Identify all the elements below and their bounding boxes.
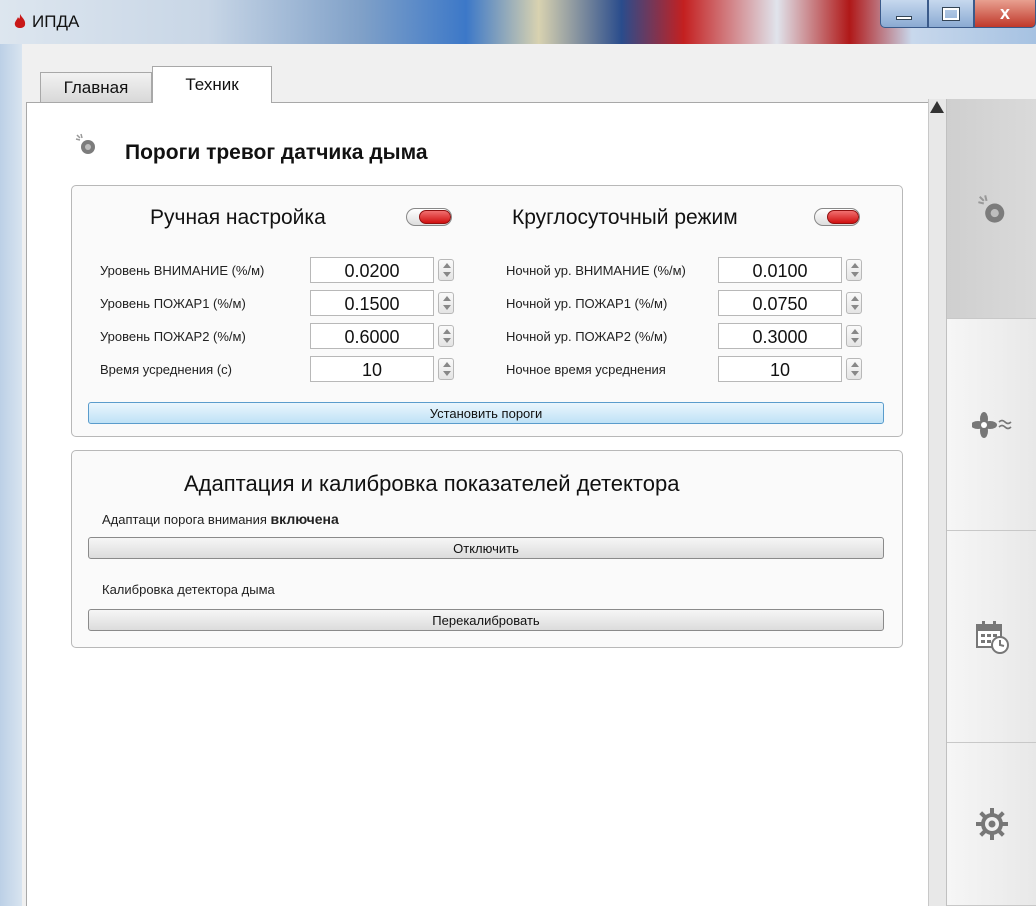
tab-main-label: Главная <box>63 77 129 97</box>
window-client: Главная Техник Пороги тревог датчика дым… <box>22 44 1036 906</box>
minimize-icon <box>896 15 912 20</box>
smoke-detector-icon <box>978 194 1005 223</box>
spin-arrows-icon[interactable] <box>846 325 862 347</box>
manual-settings-toggle[interactable] <box>406 208 452 226</box>
adaptation-status-value: включена <box>270 511 339 527</box>
night-fire1-level-spinbox[interactable]: 0.0750 <box>718 290 866 316</box>
spin-arrows-icon[interactable] <box>846 259 862 281</box>
calendar-clock-icon <box>976 620 1009 654</box>
night-fire1-level-value[interactable]: 0.0750 <box>718 290 842 316</box>
night-averaging-time-label: Ночное время усреднения <box>506 362 666 377</box>
disable-adaptation-label: Отключить <box>453 540 519 556</box>
tab-technician[interactable]: Техник <box>152 66 272 103</box>
flame-icon <box>14 14 26 28</box>
sidebar <box>946 99 1036 906</box>
adaptation-group: Адаптация и калибровка показателей детек… <box>71 450 903 648</box>
night-attention-level-spinbox[interactable]: 0.0100 <box>718 257 866 283</box>
night-attention-level-label: Ночной ур. ВНИМАНИЕ (%/м) <box>506 263 686 278</box>
night-averaging-time-value[interactable]: 10 <box>718 356 842 382</box>
averaging-time-value[interactable]: 10 <box>310 356 434 382</box>
tab-content-panel: Пороги тревог датчика дыма Ручная настро… <box>26 102 932 906</box>
recalibrate-button[interactable]: Перекалибровать <box>88 609 884 631</box>
gear-icon <box>976 808 1008 840</box>
maximize-icon <box>942 6 960 21</box>
close-button[interactable]: x <box>974 0 1036 28</box>
maximize-button[interactable] <box>928 0 974 28</box>
attention-level-value[interactable]: 0.0200 <box>310 257 434 283</box>
fire1-level-value[interactable]: 0.1500 <box>310 290 434 316</box>
sidebar-item-settings[interactable] <box>947 743 1036 906</box>
tab-technician-label: Техник <box>185 75 239 94</box>
scroll-up-icon[interactable] <box>930 101 944 113</box>
calibration-label: Калибровка детектора дыма <box>102 582 275 597</box>
title-bar: ИПДА x <box>0 0 1036 44</box>
fire2-level-value[interactable]: 0.6000 <box>310 323 434 349</box>
spin-arrows-icon[interactable] <box>846 292 862 314</box>
spin-arrows-icon[interactable] <box>846 358 862 380</box>
tab-main[interactable]: Главная <box>40 72 152 102</box>
smoke-detector-icon <box>75 133 95 154</box>
spin-arrows-icon[interactable] <box>438 292 454 314</box>
fire2-level-spinbox[interactable]: 0.6000 <box>310 323 458 349</box>
attention-level-spinbox[interactable]: 0.0200 <box>310 257 458 283</box>
window-controls: x <box>880 0 1036 28</box>
window-frame <box>0 44 22 906</box>
sidebar-item-ventilation[interactable] <box>947 319 1036 531</box>
night-attention-level-value[interactable]: 0.0100 <box>718 257 842 283</box>
recalibrate-label: Перекалибровать <box>432 612 540 628</box>
vertical-scrollbar[interactable] <box>928 99 946 906</box>
close-icon: x <box>999 3 1010 23</box>
night-fire2-level-spinbox[interactable]: 0.3000 <box>718 323 866 349</box>
averaging-time-label: Время усреднения (с) <box>100 362 232 377</box>
round-the-clock-toggle[interactable] <box>814 208 860 226</box>
set-thresholds-button[interactable]: Установить пороги <box>88 402 884 424</box>
window-title: ИПДА <box>32 12 80 31</box>
adaptation-title: Адаптация и калибровка показателей детек… <box>184 471 680 496</box>
manual-settings-title: Ручная настройка <box>150 206 326 229</box>
night-fire1-level-label: Ночной ур. ПОЖАР1 (%/м) <box>506 296 668 311</box>
fire1-level-spinbox[interactable]: 0.1500 <box>310 290 458 316</box>
spin-arrows-icon[interactable] <box>438 259 454 281</box>
adaptation-status-label: Адаптаци порога внимания <box>102 512 267 527</box>
disable-adaptation-button[interactable]: Отключить <box>88 537 884 559</box>
set-thresholds-label: Установить пороги <box>429 405 543 421</box>
spin-arrows-icon[interactable] <box>438 358 454 380</box>
thresholds-group: Ручная настройка Круглосуточный режим Ур… <box>71 185 903 437</box>
night-fire2-level-label: Ночной ур. ПОЖАР2 (%/м) <box>506 329 668 344</box>
sidebar-item-schedule[interactable] <box>947 531 1036 743</box>
spin-arrows-icon[interactable] <box>438 325 454 347</box>
page-title: Пороги тревог датчика дыма <box>125 141 428 164</box>
fire2-level-label: Уровень ПОЖАР2 (%/м) <box>100 329 246 344</box>
night-averaging-time-spinbox[interactable]: 10 <box>718 356 866 382</box>
night-fire2-level-value[interactable]: 0.3000 <box>718 323 842 349</box>
fan-icon <box>972 411 1012 438</box>
attention-level-label: Уровень ВНИМАНИЕ (%/м) <box>100 263 265 278</box>
round-the-clock-title: Круглосуточный режим <box>512 206 738 229</box>
averaging-time-spinbox[interactable]: 10 <box>310 356 458 382</box>
fire1-level-label: Уровень ПОЖАР1 (%/м) <box>100 296 246 311</box>
adaptation-status: Адаптаци порога внимания включена <box>102 511 339 527</box>
sidebar-item-smoke-detector[interactable] <box>947 99 1036 319</box>
minimize-button[interactable] <box>880 0 928 28</box>
